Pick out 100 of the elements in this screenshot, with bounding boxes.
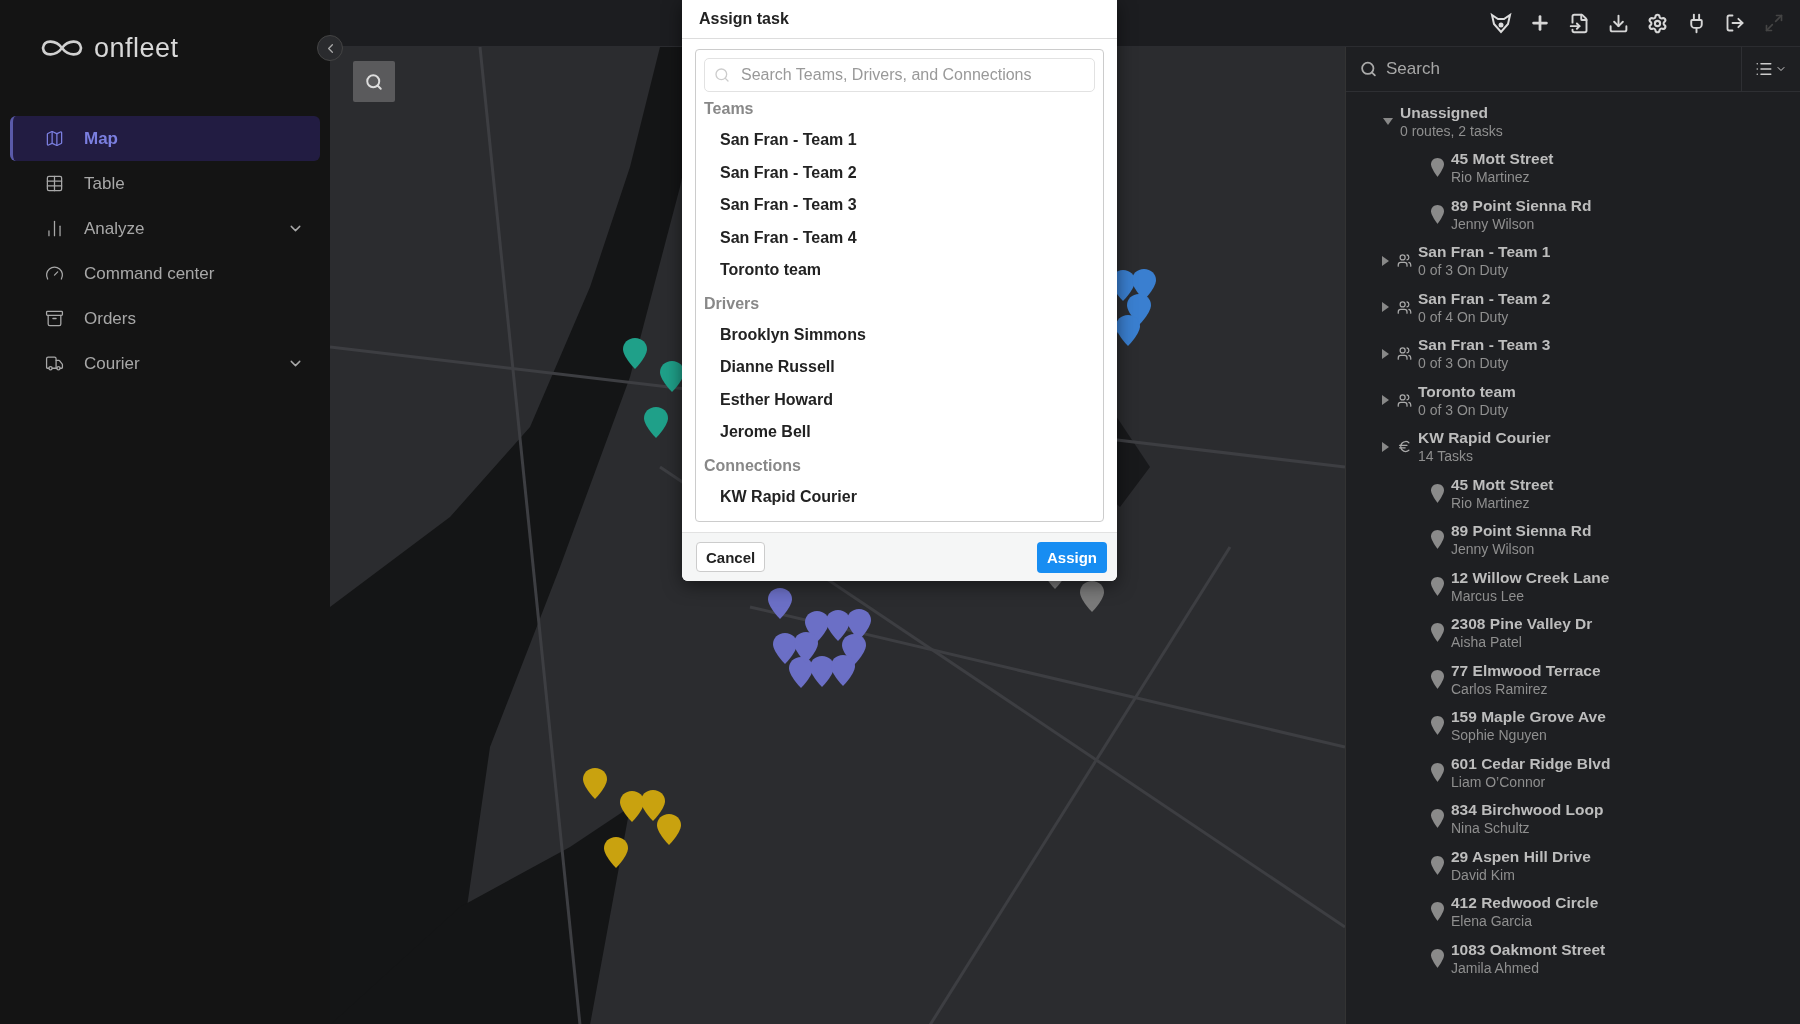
entry-subtitle: Elena Garcia	[1451, 912, 1533, 931]
entry-title: 89 Point Sienna Rd	[1451, 195, 1592, 215]
entry-title: 45 Mott Street	[1451, 149, 1554, 169]
pin-icon	[1431, 530, 1444, 550]
assignee-option[interactable]: Brooklyn Simmons	[704, 318, 1095, 351]
expand-arrow-icon[interactable]	[1379, 255, 1391, 266]
assignee-option[interactable]: Esther Howard	[704, 383, 1095, 416]
panel-search-field[interactable]: Search	[1346, 47, 1741, 91]
nav-item[interactable]: Command center	[10, 251, 320, 296]
entry-title: 89 Point Sienna Rd	[1451, 521, 1592, 541]
list-entry[interactable]: 159 Maple Grove Ave Sophie Nguyen	[1346, 702, 1800, 749]
entry-subtitle: Liam O’Connor	[1451, 772, 1547, 791]
pin-icon	[1431, 483, 1444, 503]
entry-subtitle: 0 of 3 On Duty	[1418, 400, 1510, 419]
entry-title: 834 Birchwood Loop	[1451, 800, 1604, 820]
list-entry[interactable]: 1083 Oakmont Street Jamila Ahmed	[1346, 935, 1800, 982]
list-entry[interactable]: 834 Birchwood Loop Nina Schultz	[1346, 795, 1800, 842]
map-search-button[interactable]	[353, 61, 395, 102]
entry-subtitle: 0 of 4 On Duty	[1418, 307, 1510, 326]
pin-icon	[1431, 902, 1444, 922]
expand-arrow-icon[interactable]	[1379, 302, 1391, 313]
list-entry[interactable]: 89 Point Sienna Rd Jenny Wilson	[1346, 516, 1800, 563]
entry-title: 2308 Pine Valley Dr	[1451, 614, 1593, 634]
assignee-option[interactable]: Dianne Russell	[704, 351, 1095, 384]
nav-item[interactable]: Table	[10, 161, 320, 206]
entry-subtitle: Carlos Ramirez	[1451, 679, 1549, 698]
list-entry[interactable]: San Fran - Team 3 0 of 3 On Duty	[1346, 330, 1800, 377]
list-entry[interactable]: 89 Point Sienna Rd Jenny Wilson	[1346, 191, 1800, 238]
entry-subtitle: Rio Martinez	[1451, 168, 1531, 187]
entry-title: San Fran - Team 2	[1418, 288, 1551, 308]
table-icon	[45, 174, 64, 193]
entry-title: 12 Willow Creek Lane	[1451, 567, 1610, 587]
pin-icon	[1431, 948, 1444, 968]
nav-item[interactable]: Courier	[10, 341, 320, 386]
animal-head-icon[interactable]	[1489, 11, 1513, 35]
pin-icon	[1431, 158, 1444, 178]
assignee-option[interactable]: KW Rapid Courier	[704, 480, 1095, 513]
list-entry[interactable]: Unassigned 0 routes, 2 tasks	[1346, 98, 1800, 145]
list-entry[interactable]: 45 Mott Street Rio Martinez	[1346, 470, 1800, 517]
entry-subtitle: 0 of 3 On Duty	[1418, 354, 1510, 373]
entry-title: 1083 Oakmont Street	[1451, 939, 1606, 959]
entry-subtitle: Rio Martinez	[1451, 493, 1531, 512]
list-entry[interactable]: San Fran - Team 1 0 of 3 On Duty	[1346, 237, 1800, 284]
expand-arrow-icon[interactable]	[1379, 348, 1391, 359]
entry-subtitle: David Kim	[1451, 865, 1516, 884]
nav-item[interactable]: Analyze	[10, 206, 320, 251]
entry-subtitle: Jamila Ahmed	[1451, 958, 1540, 977]
pin-icon	[1431, 855, 1444, 875]
entry-title: 77 Elmwood Terrace	[1451, 660, 1601, 680]
expand-arrow-icon[interactable]	[1379, 441, 1391, 452]
pin-icon	[1431, 204, 1444, 224]
pin-icon	[1431, 762, 1444, 782]
list-entry[interactable]: San Fran - Team 2 0 of 4 On Duty	[1346, 284, 1800, 331]
people-icon	[1397, 299, 1412, 315]
list-entry[interactable]: Toronto team 0 of 3 On Duty	[1346, 377, 1800, 424]
cancel-button[interactable]: Cancel	[696, 542, 766, 572]
list-entry[interactable]: 12 Willow Creek Lane Marcus Lee	[1346, 563, 1800, 610]
assignee-option[interactable]: San Fran - Team 1	[704, 124, 1095, 157]
entry-subtitle: 0 routes, 2 tasks	[1400, 121, 1503, 140]
pin-icon	[1431, 809, 1444, 829]
entry-subtitle: Sophie Nguyen	[1451, 726, 1548, 745]
bar-chart-icon	[45, 219, 64, 238]
euro-icon	[1397, 439, 1412, 455]
entry-subtitle: Nina Schultz	[1451, 819, 1531, 838]
pin-icon	[1431, 623, 1444, 643]
expand-arrow-icon[interactable]	[1379, 395, 1391, 406]
list-entry[interactable]: 601 Cedar Ridge Blvd Liam O’Connor	[1346, 749, 1800, 796]
list-entry[interactable]: 45 Mott Street Rio Martinez	[1346, 144, 1800, 191]
search-icon	[1360, 60, 1377, 78]
list-entry[interactable]: 412 Redwood Circle Elena Garcia	[1346, 888, 1800, 935]
collapse-button[interactable]	[317, 35, 343, 61]
list-entry[interactable]: 29 Aspen Hill Drive David Kim	[1346, 842, 1800, 889]
assignee-option[interactable]: Toronto team	[704, 254, 1095, 287]
list-icon	[1755, 60, 1773, 78]
list-entry[interactable]: 77 Elmwood Terrace Carlos Ramirez	[1346, 656, 1800, 703]
search-icon	[365, 72, 383, 91]
entry-title: 45 Mott Street	[1451, 474, 1554, 494]
assignee-option[interactable]: Jerome Bell	[704, 416, 1095, 449]
list-entry[interactable]: KW Rapid Courier 14 Tasks	[1346, 423, 1800, 470]
dialog-title: Assign task	[682, 0, 1117, 39]
pin-icon	[1431, 669, 1444, 689]
pin-icon	[1431, 716, 1444, 736]
collapse-arrow-icon[interactable]	[1382, 116, 1394, 127]
entry-subtitle: 0 of 3 On Duty	[1418, 261, 1510, 280]
people-icon	[1397, 253, 1412, 269]
entry-subtitle: Aisha Patel	[1451, 633, 1523, 652]
list-entry[interactable]: 2308 Pine Valley Dr Aisha Patel	[1346, 609, 1800, 656]
entry-title: 412 Redwood Circle	[1451, 893, 1599, 913]
entry-title: Unassigned	[1400, 102, 1489, 122]
assignee-option[interactable]: San Fran - Team 4	[704, 221, 1095, 254]
dialog-search-field[interactable]: Search Teams, Drivers, and Connections	[704, 58, 1095, 92]
assignee-option[interactable]: San Fran - Team 3	[704, 189, 1095, 222]
assignee-option[interactable]: San Fran - Team 2	[704, 156, 1095, 189]
entry-title: 601 Cedar Ridge Blvd	[1451, 753, 1611, 773]
nav-item[interactable]: Map	[10, 116, 320, 161]
entry-title: 29 Aspen Hill Drive	[1451, 846, 1591, 866]
brand-name: onfleet	[94, 32, 179, 64]
people-icon	[1397, 392, 1412, 408]
entry-subtitle: Jenny Wilson	[1451, 214, 1536, 233]
nav-item[interactable]: Orders	[10, 296, 320, 341]
